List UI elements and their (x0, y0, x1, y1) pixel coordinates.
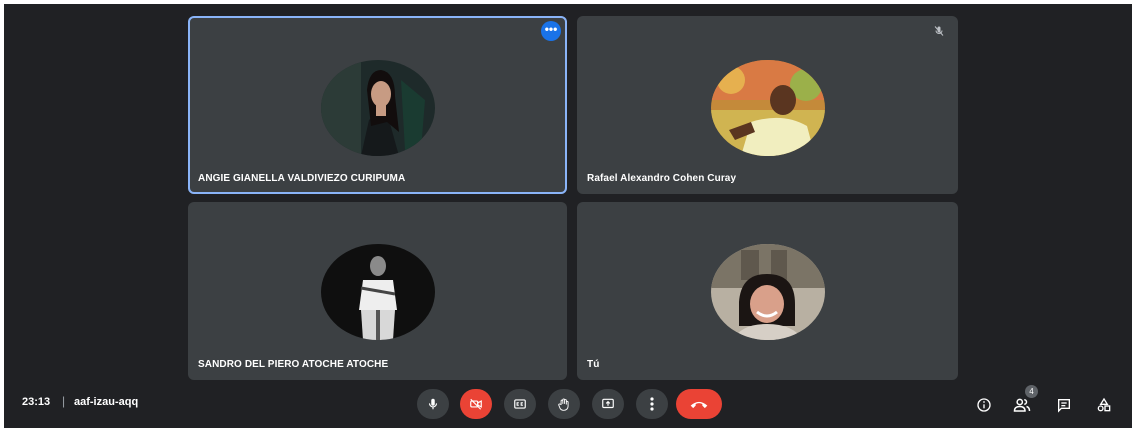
camera-toggle-button[interactable] (460, 389, 492, 419)
people-button[interactable]: 4 (1011, 385, 1038, 416)
mic-off-icon (929, 21, 949, 41)
participant-name: Rafael Alexandro Cohen Curay (587, 173, 737, 184)
more-options-button[interactable] (636, 389, 668, 419)
captions-button[interactable] (504, 389, 536, 419)
participant-name: ANGIE GIANELLA VALDIVIEZO CURIPUMA (198, 173, 406, 184)
activities-button[interactable] (1093, 394, 1115, 416)
leave-call-button[interactable] (676, 389, 722, 419)
divider: | (62, 394, 66, 408)
meeting-time: 23:13 (22, 396, 51, 408)
chat-icon (1058, 399, 1070, 413)
present-screen-button[interactable] (592, 389, 624, 419)
captions-icon (514, 399, 526, 409)
participant-tile-sandro[interactable]: SANDRO DEL PIERO ATOCHE ATOCHE (188, 202, 567, 380)
info-icon (977, 398, 991, 412)
camera-off-icon (470, 398, 482, 410)
tile-more-options-button[interactable]: ••• (541, 21, 561, 41)
bottom-control-bar: 23:13 | aaf-izau-aqq 4 (4, 382, 1132, 428)
participant-tile-angie[interactable]: ••• ANGIE GIANELLA VALDIVIEZO CURIPUMA (188, 16, 567, 194)
end-call-icon (690, 401, 708, 409)
more-vert-icon (650, 397, 654, 411)
raise-hand-button[interactable] (548, 389, 580, 419)
avatar-sandro (320, 244, 435, 340)
chat-button[interactable] (1053, 394, 1075, 416)
people-icon (1013, 398, 1031, 412)
participant-tile-self[interactable]: Tú (577, 202, 958, 380)
mic-icon (428, 398, 438, 410)
microphone-button[interactable] (417, 389, 449, 419)
participant-tile-rafael[interactable]: Rafael Alexandro Cohen Curay (577, 16, 958, 194)
people-count-badge: 4 (1025, 385, 1038, 398)
raise-hand-icon (558, 397, 569, 411)
meeting-code: aaf-izau-aqq (74, 396, 139, 408)
meeting-details-button[interactable] (973, 394, 995, 416)
participant-name: Tú (587, 359, 600, 370)
activities-icon (1097, 397, 1111, 412)
participant-name: SANDRO DEL PIERO ATOCHE ATOCHE (198, 359, 389, 370)
avatar-self (710, 244, 825, 340)
present-icon (602, 398, 614, 409)
avatar-angie (320, 60, 435, 156)
avatar-rafael (710, 60, 825, 156)
meet-window: ••• ANGIE GIANELLA VALDIVIEZO CURIPUMA R… (4, 4, 1132, 428)
